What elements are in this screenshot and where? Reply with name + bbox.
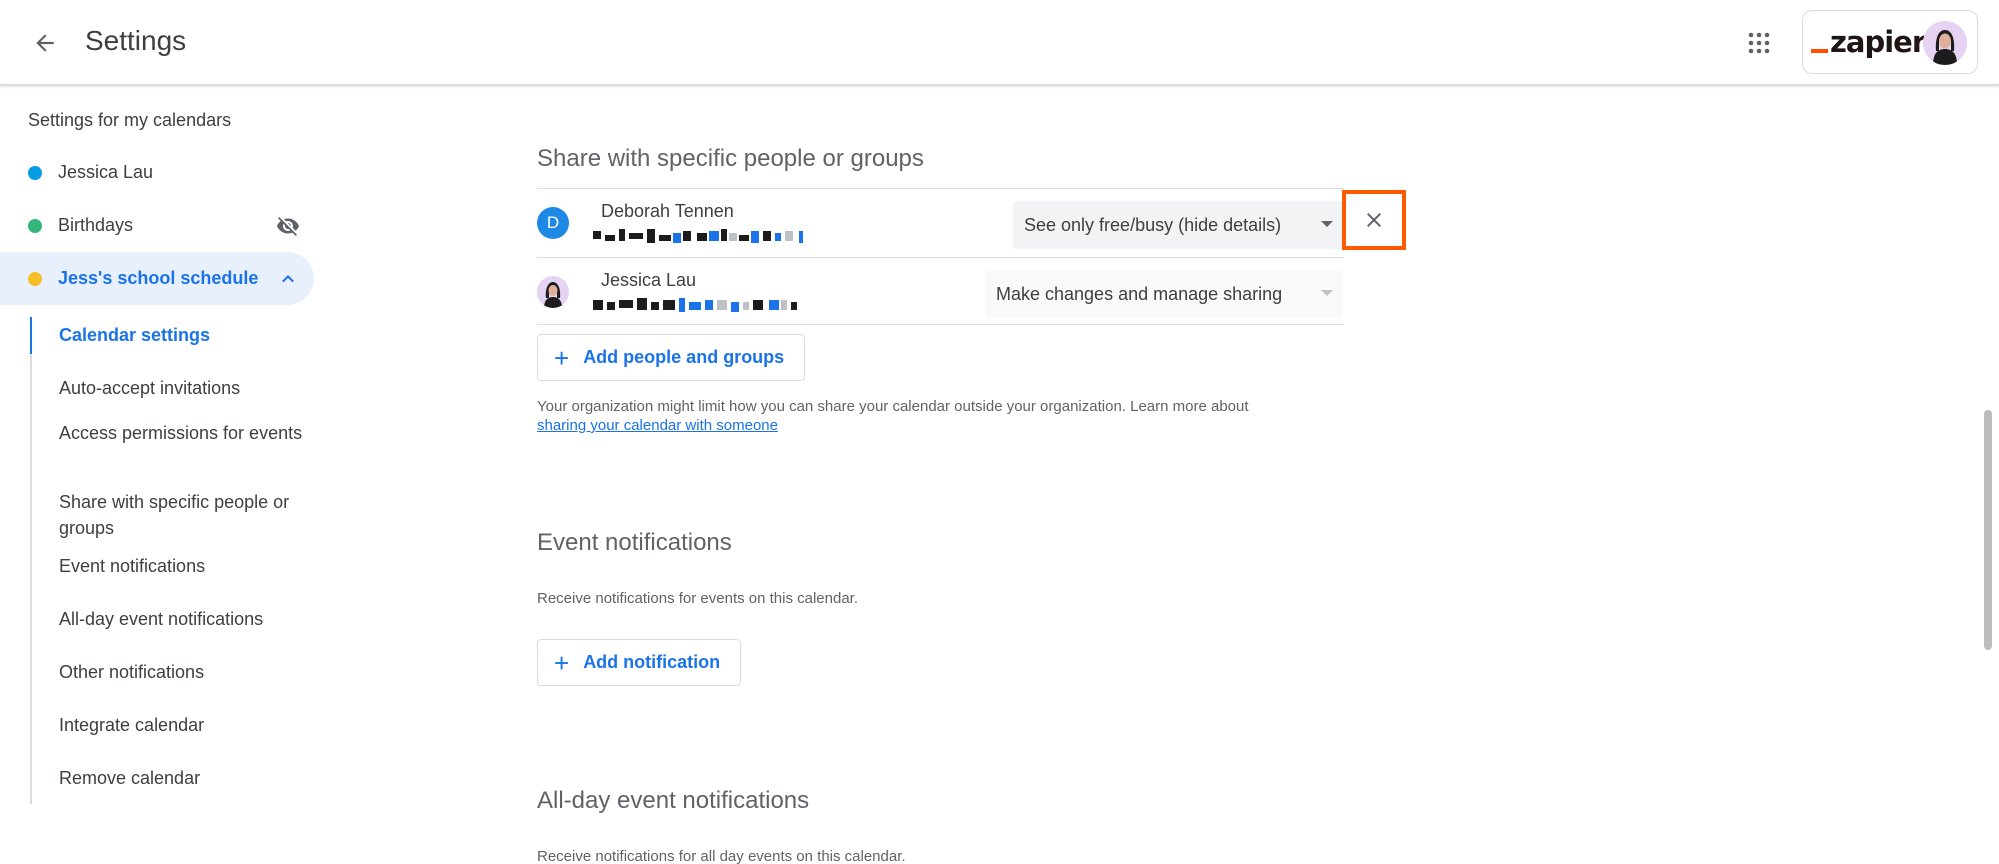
collapse-button[interactable]	[274, 265, 302, 293]
avatar-portrait-icon	[1923, 21, 1967, 65]
nav-integrate-calendar[interactable]: Integrate calendar	[59, 712, 309, 738]
visibility-toggle-button[interactable]	[274, 212, 302, 240]
allday-notifications-title: All-day event notifications	[537, 787, 810, 814]
share-section-title: Share with specific people or groups	[537, 145, 924, 172]
person-avatar: D	[537, 207, 569, 239]
plus-icon: +	[554, 342, 570, 373]
nav-divider-line	[30, 317, 32, 804]
add-notification-button-label: Add notification	[583, 652, 721, 672]
page-scrollbar[interactable]	[1984, 410, 1992, 650]
share-row-jessica: Jessica Lau Make changes and manage shar…	[537, 257, 1344, 325]
allday-notifications-description: Receive notifications for all day events…	[537, 848, 906, 864]
top-app-bar: Settings zapier	[0, 0, 1999, 86]
sidebar-item-birthdays[interactable]: Birthdays	[0, 199, 314, 252]
close-icon	[1367, 213, 1381, 227]
settings-sidebar: Settings for my calendars Jessica Lau Bi…	[0, 88, 320, 864]
add-people-button-label: Add people and groups	[583, 347, 785, 367]
dropdown-arrow-icon	[1321, 290, 1333, 296]
nav-calendar-settings[interactable]: Calendar settings	[59, 322, 309, 348]
sidebar-heading: Settings for my calendars	[28, 110, 232, 130]
back-button[interactable]	[22, 20, 68, 66]
person-avatar	[537, 276, 569, 308]
permission-select[interactable]: See only free/busy (hide details)	[1013, 201, 1343, 249]
share-help-text: Your organization might limit how you ca…	[537, 397, 1357, 435]
permission-select-value: Make changes and manage sharing	[996, 283, 1283, 304]
zapier-logo: zapier	[1811, 25, 1926, 59]
calendar-color-dot	[28, 165, 42, 180]
sidebar-item-jessica-lau[interactable]: Jessica Lau	[0, 146, 314, 199]
event-notifications-title: Event notifications	[537, 529, 732, 556]
zapier-logo-text: zapier	[1830, 25, 1926, 59]
sidebar-item-jess-school-schedule[interactable]: Jess's school schedule	[0, 252, 314, 305]
nav-event-notifications[interactable]: Event notifications	[59, 553, 309, 579]
user-avatar[interactable]	[1923, 21, 1967, 65]
apps-grid-icon	[1748, 32, 1770, 54]
share-help-text-body: Your organization might limit how you ca…	[537, 398, 1249, 415]
sidebar-item-label: Jess's school schedule	[58, 268, 259, 288]
add-notification-button[interactable]: + Add notification	[537, 639, 742, 686]
visibility-off-icon	[277, 217, 299, 236]
calendar-color-dot	[28, 218, 42, 233]
redacted-email	[593, 298, 797, 312]
permission-select: Make changes and manage sharing	[985, 270, 1343, 318]
nav-auto-accept-invitations[interactable]: Auto-accept invitations	[59, 375, 309, 401]
permission-select-value: See only free/busy (hide details)	[1024, 214, 1282, 235]
add-people-button[interactable]: + Add people and groups	[537, 334, 806, 381]
redacted-email	[593, 229, 803, 243]
nav-all-day-event-notifications[interactable]: All-day event notifications	[59, 606, 309, 632]
calendar-color-dot	[28, 271, 42, 286]
arrow-back-icon	[36, 34, 54, 52]
person-name: Deborah Tennen	[601, 201, 734, 221]
nav-remove-calendar[interactable]: Remove calendar	[59, 765, 309, 791]
chevron-up-icon	[282, 275, 294, 283]
nav-access-permissions[interactable]: Access permissions for events	[59, 420, 309, 446]
nav-other-notifications[interactable]: Other notifications	[59, 659, 309, 685]
remove-person-button[interactable]	[1342, 190, 1406, 250]
plus-icon: +	[554, 647, 570, 678]
page-title: Settings	[85, 25, 187, 56]
event-notifications-description: Receive notifications for events on this…	[537, 590, 859, 607]
sidebar-item-label: Jessica Lau	[58, 162, 154, 182]
person-name: Jessica Lau	[601, 270, 697, 290]
dropdown-arrow-icon	[1321, 221, 1333, 227]
sidebar-item-label: Birthdays	[58, 215, 134, 235]
zapier-underscore-mark	[1811, 49, 1828, 53]
portrait-icon	[544, 282, 562, 308]
sharing-help-link[interactable]: sharing your calendar with someone	[537, 417, 778, 434]
apps-button[interactable]	[1736, 20, 1782, 66]
nav-share-with-people[interactable]: Share with specific people or groups	[59, 489, 309, 541]
account-switcher[interactable]: zapier	[1802, 10, 1978, 74]
nav-active-indicator	[30, 317, 32, 354]
share-row-deborah: D Deborah Tennen See only free/busy (hid…	[537, 188, 1344, 256]
